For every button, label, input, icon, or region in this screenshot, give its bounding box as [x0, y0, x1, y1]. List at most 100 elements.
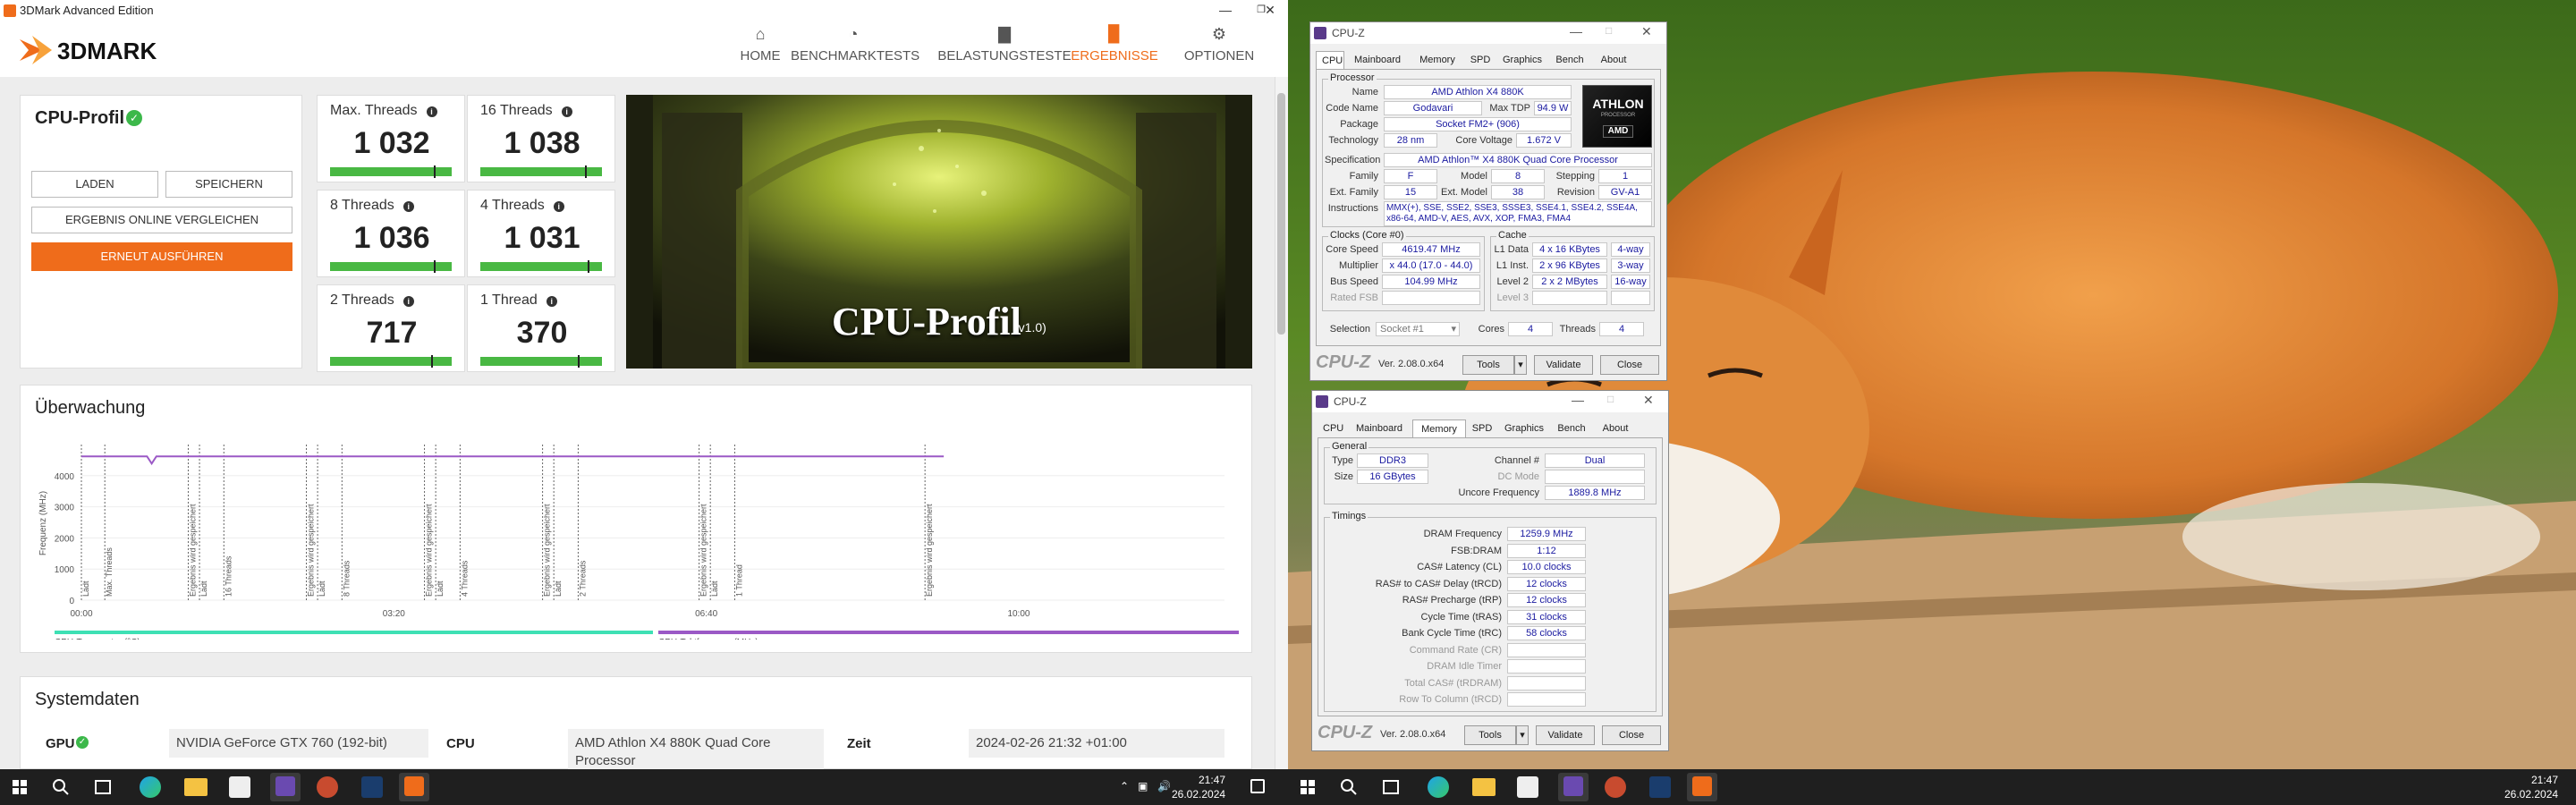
cpuz-title-bar[interactable]: CPU-Z — □ ✕	[1310, 22, 1666, 44]
marker-label: Ergebnis wird gespeichert	[543, 504, 552, 597]
validate-button[interactable]: Validate	[1536, 725, 1595, 745]
search-icon[interactable]	[1340, 778, 1358, 796]
save-button[interactable]: SPEICHERN	[165, 171, 292, 198]
close-icon[interactable]: ✕	[1643, 393, 1654, 408]
max-tdp-value: 94.9 W	[1534, 101, 1572, 115]
volume-icon[interactable]: 🔊	[1157, 780, 1171, 792]
tab-bench[interactable]: Bench	[1548, 51, 1591, 69]
tools-dropdown-icon[interactable]: ▾	[1514, 355, 1527, 375]
tab-spd[interactable]: SPD	[1466, 419, 1498, 437]
edge-icon[interactable]	[1428, 776, 1449, 798]
minimize-icon[interactable]: —	[1208, 0, 1243, 21]
store-icon[interactable]	[229, 776, 250, 798]
monitoring-card: Überwachung Frequenz (MHz) 4000 3000 2000 10…	[20, 385, 1252, 653]
threads-value: 4	[1599, 322, 1644, 336]
taskbar-left: ⌃ ▣ 🔊 21:47 26.02.2024	[0, 769, 1288, 805]
maximize-icon[interactable]: □	[1606, 24, 1612, 37]
tab-cpu[interactable]: CPU	[1318, 419, 1346, 437]
info-icon[interactable]: i	[402, 201, 414, 212]
clock-time[interactable]: 21:47	[2513, 774, 2558, 786]
level3-value	[1532, 291, 1607, 305]
dc-mode-value	[1545, 470, 1645, 484]
socket-select[interactable]: Socket #1 ▾	[1376, 322, 1460, 336]
tab-about[interactable]: About	[1593, 419, 1638, 437]
tools-dropdown-icon[interactable]: ▾	[1516, 725, 1529, 745]
tools-button[interactable]: Tools	[1462, 355, 1514, 375]
minimize-icon[interactable]: —	[1570, 24, 1582, 38]
threads-label: Threads	[1559, 324, 1596, 335]
close-button[interactable]: Close	[1600, 355, 1659, 375]
nav-item-benchmarktests[interactable]: ◔ BENCHMARKTESTS	[791, 25, 919, 73]
cpuz-taskbar-button[interactable]	[270, 773, 301, 801]
nav-item-home[interactable]: ⌂ HOME	[733, 25, 787, 73]
timing-value: 10.0 clocks	[1507, 560, 1586, 574]
info-icon[interactable]: i	[561, 106, 572, 117]
cpuz-taskbar-button[interactable]	[1558, 773, 1589, 801]
uncore-label: Uncore Frequency	[1458, 487, 1540, 498]
nav-item-optionen[interactable]: ⚙ OPTIONEN	[1179, 25, 1259, 73]
cpuz-tab-panel: Processor Name AMD Athlon X4 880K Code N…	[1316, 69, 1661, 346]
close-icon[interactable]: ✕	[1641, 24, 1652, 39]
score-marker	[434, 165, 436, 178]
info-icon[interactable]: i	[426, 106, 437, 117]
title-bar[interactable]: 3DMark Advanced Edition — ❐	[0, 0, 1288, 21]
rated-fsb-value	[1382, 291, 1480, 305]
ext-family-label: Ext. Family	[1329, 187, 1378, 198]
marker-label: Lädt	[710, 580, 719, 597]
maximize-icon[interactable]: □	[1607, 393, 1614, 405]
windows-start-icon[interactable]	[13, 780, 27, 794]
score-label: 4 Threads	[480, 198, 545, 213]
store-icon[interactable]	[1517, 776, 1538, 798]
tab-spd[interactable]: SPD	[1464, 51, 1496, 69]
nav-item-belastungsteste[interactable]: ▇ BELASTUNGSTESTE	[937, 25, 1072, 73]
tab-mainboard[interactable]: Mainboard	[1346, 419, 1412, 437]
app-icon-blue[interactable]	[1649, 776, 1671, 798]
timings-group: Timings DRAM Frequency 1259.9 MHz FSB:DRAM…	[1324, 511, 1657, 712]
tab-mainboard[interactable]: Mainboard	[1344, 51, 1411, 69]
edge-icon[interactable]	[140, 776, 161, 798]
info-icon[interactable]: i	[546, 296, 557, 307]
cpuz-app-icon	[1314, 27, 1326, 39]
task-view-icon[interactable]	[1383, 780, 1399, 794]
score-marker	[434, 260, 436, 273]
notification-icon[interactable]	[1250, 779, 1265, 793]
info-icon[interactable]: i	[553, 201, 564, 212]
tray-chevron-icon[interactable]: ⌃	[1120, 780, 1129, 792]
close-button[interactable]: Close	[1602, 725, 1661, 745]
stepping-value: 1	[1598, 169, 1652, 183]
app-icon-blue[interactable]	[361, 776, 383, 798]
network-icon[interactable]: ▣	[1138, 780, 1148, 792]
clock-date[interactable]: 26.02.2024	[1172, 788, 1225, 801]
tab-graphics[interactable]: Graphics	[1496, 51, 1548, 69]
3dmark-taskbar-button[interactable]	[399, 773, 429, 801]
clock-date[interactable]: 26.02.2024	[2504, 788, 2558, 801]
tab-memory[interactable]: Memory	[1412, 419, 1466, 437]
clock-time[interactable]: 21:47	[1181, 774, 1225, 786]
load-button[interactable]: LADEN	[31, 171, 158, 198]
3dmark-taskbar-button[interactable]	[1687, 773, 1717, 801]
run-again-button[interactable]: ERNEUT AUSFÜHREN	[31, 242, 292, 271]
tools-button[interactable]: Tools	[1464, 725, 1516, 745]
file-explorer-icon[interactable]	[1472, 778, 1496, 796]
tab-about[interactable]: About	[1591, 51, 1636, 69]
tab-memory[interactable]: Memory	[1411, 51, 1464, 69]
scrollbar-thumb[interactable]	[1277, 93, 1285, 335]
file-explorer-icon[interactable]	[184, 778, 208, 796]
close-icon[interactable]: ✕	[1252, 0, 1288, 21]
tab-bench[interactable]: Bench	[1550, 419, 1593, 437]
validate-button[interactable]: Validate	[1534, 355, 1593, 375]
model-label: Model	[1461, 171, 1487, 182]
nav-item-ergebnisse[interactable]: ▉ ERGEBNISSE	[1070, 25, 1159, 73]
app-icon-red[interactable]	[317, 776, 338, 798]
minimize-icon[interactable]: —	[1572, 393, 1584, 407]
tab-graphics[interactable]: Graphics	[1498, 419, 1550, 437]
task-view-icon[interactable]	[95, 780, 111, 794]
app-icon-red[interactable]	[1605, 776, 1626, 798]
windows-start-icon[interactable]	[1301, 780, 1315, 794]
timing-label: Command Rate (CR)	[1409, 644, 1502, 656]
compare-online-button[interactable]: ERGEBNIS ONLINE VERGLEICHEN	[31, 207, 292, 233]
tab-cpu[interactable]: CPU	[1316, 51, 1344, 69]
info-icon[interactable]: i	[402, 296, 414, 307]
cpuz-title-bar[interactable]: CPU-Z — □ ✕	[1312, 391, 1668, 412]
search-icon[interactable]	[52, 778, 70, 796]
